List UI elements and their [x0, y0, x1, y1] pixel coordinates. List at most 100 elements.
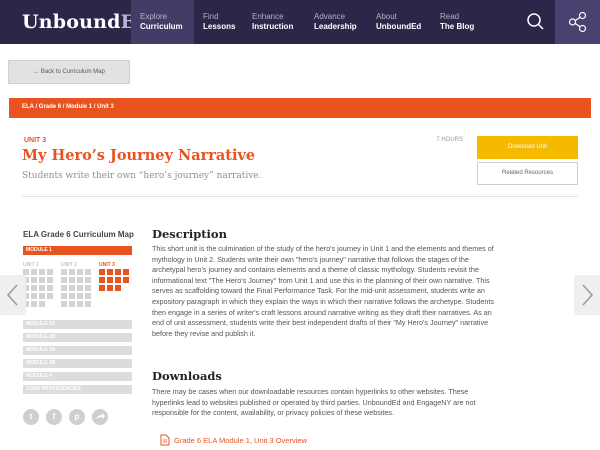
share-arrow-icon[interactable]	[92, 409, 108, 425]
nav-leadership[interactable]: Advance Leadership	[314, 12, 357, 44]
lesson-cell[interactable]	[77, 285, 83, 291]
breadcrumb[interactable]: ELA / Grade 6 / Module 1 / Unit 3	[22, 104, 114, 110]
lesson-cell[interactable]	[69, 285, 75, 291]
lesson-cell[interactable]	[85, 301, 91, 307]
search-button[interactable]	[515, 0, 555, 44]
facebook-icon[interactable]: f	[46, 409, 62, 425]
module-2b-row[interactable]: MODULE 2B	[23, 333, 132, 342]
lesson-cell[interactable]	[123, 277, 129, 283]
page-title: My Hero’s Journey Narrative	[22, 147, 256, 164]
back-to-curriculum-map-button[interactable]: ← Back to Curriculum Map	[8, 60, 130, 84]
unit-3-lessons-grid	[99, 269, 129, 291]
lesson-cell[interactable]	[39, 301, 45, 307]
lesson-cell[interactable]	[31, 285, 37, 291]
lesson-cell[interactable]	[39, 269, 45, 275]
lesson-cell[interactable]	[77, 301, 83, 307]
lesson-cell[interactable]	[61, 293, 67, 299]
lesson-cell[interactable]	[115, 269, 121, 275]
module-3a-row[interactable]: MODULE 3A	[23, 346, 132, 355]
lesson-cell[interactable]	[39, 293, 45, 299]
lesson-cell[interactable]	[39, 277, 45, 283]
module-2a-row[interactable]: MODULE 2A	[23, 320, 132, 329]
unit-2-lessons-grid	[61, 269, 91, 307]
nav-instruction[interactable]: Enhance Instruction	[252, 12, 293, 44]
nav-about-small: About	[376, 12, 397, 21]
twitter-icon[interactable]: t	[23, 409, 39, 425]
previous-unit-button[interactable]	[0, 275, 26, 315]
chevron-left-icon	[6, 284, 18, 306]
nav-leadership-small: Advance	[314, 12, 346, 21]
lesson-cell[interactable]	[107, 277, 113, 283]
lesson-cell[interactable]	[31, 301, 37, 307]
module-4-row[interactable]: MODULE 4	[23, 372, 132, 381]
lesson-cell[interactable]	[69, 301, 75, 307]
lesson-cell[interactable]	[69, 277, 75, 283]
unit-1-label[interactable]: UNIT 1	[23, 262, 39, 268]
lesson-cell[interactable]	[61, 285, 67, 291]
share-button[interactable]	[555, 0, 600, 44]
lesson-cell[interactable]	[85, 269, 91, 275]
lesson-cell[interactable]	[31, 293, 37, 299]
nav-instruction-small: Enhance	[252, 12, 284, 21]
nav-about-label: UnboundEd	[376, 22, 422, 31]
unit-subtitle: Students write their own “hero’s journey…	[22, 171, 262, 181]
nav-blog-label: The Blog	[440, 22, 475, 31]
breadcrumb-bar: ELA / Grade 6 / Module 1 / Unit 3	[9, 98, 591, 118]
unit-3-label[interactable]: UNIT 3	[99, 262, 115, 268]
lesson-cell[interactable]	[77, 269, 83, 275]
lesson-cell[interactable]	[47, 285, 53, 291]
lesson-cell[interactable]	[85, 293, 91, 299]
unit-hours: 7 HOURS	[436, 137, 463, 143]
nav-lessons-small: Find	[203, 12, 219, 21]
lesson-cell[interactable]	[77, 293, 83, 299]
download-unit-button[interactable]: Download Unit	[477, 136, 578, 159]
lesson-cell[interactable]	[107, 269, 113, 275]
nav-blog[interactable]: Read The Blog	[440, 12, 474, 44]
lesson-cell[interactable]	[115, 277, 121, 283]
related-resources-button[interactable]: Related Resources	[477, 162, 578, 185]
logo-text-main: Unbound	[22, 11, 121, 33]
nav-curriculum-label: Curriculum	[140, 22, 183, 31]
lesson-cell[interactable]	[107, 285, 113, 291]
lesson-cell[interactable]	[85, 285, 91, 291]
unbounded-logo[interactable]: UnboundEd	[22, 11, 149, 33]
lesson-cell[interactable]	[85, 277, 91, 283]
lesson-cell[interactable]	[77, 277, 83, 283]
lesson-cell[interactable]	[123, 269, 129, 275]
share-arrow-glyph	[96, 413, 105, 419]
lesson-cell[interactable]	[99, 277, 105, 283]
lesson-cell[interactable]	[61, 277, 67, 283]
nav-instruction-label: Instruction	[252, 22, 294, 31]
lesson-cell[interactable]	[115, 285, 121, 291]
lesson-cell[interactable]	[31, 277, 37, 283]
module-3b-row[interactable]: MODULE 3B	[23, 359, 132, 368]
lesson-cell[interactable]	[47, 277, 53, 283]
next-unit-button[interactable]	[574, 275, 600, 315]
lesson-cell[interactable]	[39, 285, 45, 291]
lesson-cell[interactable]	[99, 285, 105, 291]
unit-label: UNIT 3	[24, 137, 47, 144]
pinterest-icon[interactable]: p	[69, 409, 85, 425]
nav-curriculum-small: Explore	[140, 12, 168, 21]
downloads-heading: Downloads	[152, 369, 222, 383]
lesson-cell[interactable]	[99, 269, 105, 275]
nav-about[interactable]: About UnboundEd	[376, 12, 421, 44]
lesson-cell[interactable]	[69, 269, 75, 275]
lesson-cell[interactable]	[61, 301, 67, 307]
lesson-cell[interactable]	[47, 293, 53, 299]
unit-2-label[interactable]: UNIT 2	[61, 262, 77, 268]
lesson-cell[interactable]	[47, 269, 53, 275]
download-file-link[interactable]: Grade 6 ELA Module 1, Unit 3 Overview	[174, 436, 307, 445]
nav-curriculum[interactable]: Explore Curriculum	[131, 0, 194, 44]
nav-lessons[interactable]: Find Lessons	[203, 12, 235, 44]
top-nav: UnboundEd Explore Curriculum Find Lesson…	[0, 0, 600, 44]
lesson-cell[interactable]	[31, 269, 37, 275]
description-heading: Description	[152, 227, 227, 241]
module-1-row[interactable]: MODULE 1	[23, 246, 132, 255]
share-icon	[568, 11, 587, 33]
lesson-cell[interactable]	[69, 293, 75, 299]
curriculum-map-title: ELA Grade 6 Curriculum Map	[23, 230, 134, 239]
nav-leadership-label: Leadership	[314, 22, 357, 31]
core-proficiencies-row[interactable]: CORE PROFICIENCIES	[23, 385, 132, 394]
lesson-cell[interactable]	[61, 269, 67, 275]
